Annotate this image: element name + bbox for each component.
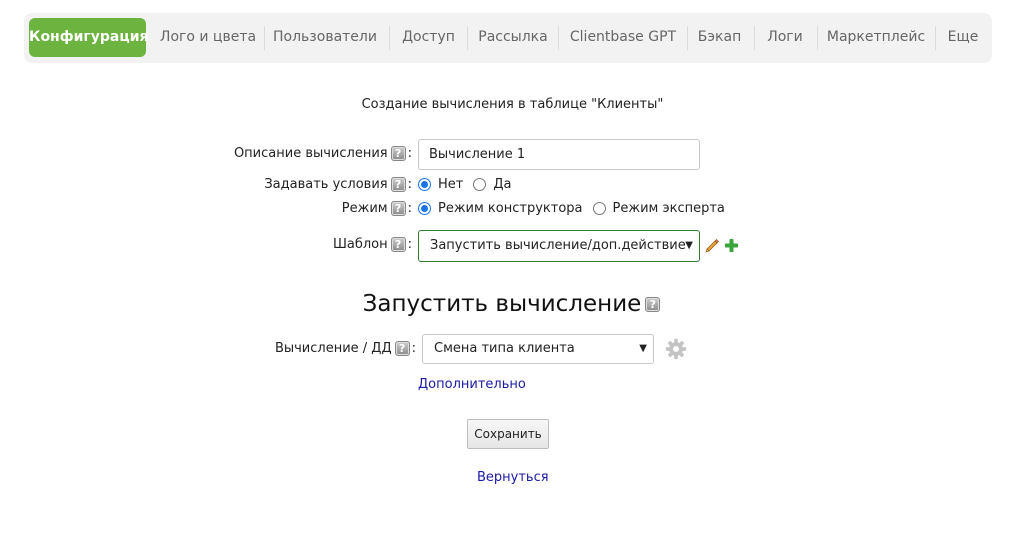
description-label: Описание вычисления [233,146,388,161]
tab-configuration[interactable]: Конфигурация [29,18,149,57]
tab-more[interactable]: Еще [939,18,987,57]
conditions-label: Задавать условия [264,177,388,192]
conditions-radio-group: Нет Да [418,177,521,192]
calc-label: Вычисление / ДД [274,341,392,356]
tab-users[interactable]: Пользователи [268,18,382,57]
help-icon[interactable]: ? [390,237,406,252]
tab-divider [389,26,390,50]
radio-label: Режим конструктора [438,201,583,216]
label-colon: : [407,146,412,161]
mode-option-constructor[interactable]: Режим конструктора [418,201,583,216]
template-label: Шаблон [332,237,388,252]
tab-marketplace[interactable]: Маркетплейс [822,18,930,57]
label-colon: : [407,201,412,216]
tab-logo-colors[interactable]: Лого и цвета [154,18,262,57]
radio-unchecked-icon[interactable] [592,202,606,215]
dropdown-arrow-icon: ▼ [639,343,647,354]
dropdown-arrow-icon: ▼ [685,240,693,251]
radio-checked-icon[interactable] [418,202,431,215]
calc-select[interactable]: Смена типа клиента ▼ [422,334,654,364]
mode-option-expert[interactable]: Режим эксперта [592,201,725,216]
help-icon[interactable]: ? [390,201,406,216]
tab-mailing[interactable]: Рассылка [472,18,554,57]
calc-select-value: Смена типа клиента [434,341,575,356]
tab-divider [467,26,468,50]
calc-label-row: Вычисление / ДД ?: [275,341,416,356]
tab-divider [558,26,559,50]
radio-label: Да [493,177,512,192]
help-icon[interactable]: ? [390,177,406,192]
description-label-row: Описание вычисления ?: [234,146,412,161]
top-nav: Конфигурация Лого и цвета Пользователи Д… [24,13,992,63]
tab-divider [935,26,936,50]
radio-unchecked-icon[interactable] [473,178,487,191]
section-title: Запустить вычисление [362,291,642,317]
more-link[interactable]: Дополнительно [418,377,526,392]
conditions-option-no[interactable]: Нет [418,177,463,192]
label-colon: : [407,177,412,192]
description-input[interactable] [418,139,700,170]
template-select[interactable]: Запустить вычисление/доп.действие ▼ [418,230,700,262]
gear-icon[interactable] [665,338,687,360]
mode-label: Режим [341,201,388,216]
back-link[interactable]: Вернуться [477,470,549,485]
conditions-option-yes[interactable]: Да [473,177,511,192]
template-label-row: Шаблон ?: [333,237,412,252]
section-title-row: Запустить вычисление ? [0,291,1025,317]
tab-clientbase-gpt[interactable]: Clientbase GPT [564,18,682,57]
radio-label: Режим эксперта [612,201,725,216]
save-button[interactable]: Сохранить [467,419,549,449]
radio-label: Нет [438,177,464,192]
form-heading: Создание вычисления в таблице "Клиенты" [361,97,664,112]
help-icon[interactable]: ? [645,296,661,312]
mode-radio-group: Режим конструктора Режим эксперта [418,201,735,216]
help-icon[interactable]: ? [390,146,406,161]
label-colon: : [407,237,412,252]
tab-divider [687,26,688,50]
tab-logs[interactable]: Логи [759,18,811,57]
tab-divider [754,26,755,50]
mode-label-row: Режим ?: [342,201,412,216]
tab-divider [817,26,818,50]
help-icon[interactable]: ? [394,341,410,356]
plus-icon[interactable] [724,238,739,253]
tab-backup[interactable]: Бэкап [692,18,747,57]
tab-access[interactable]: Доступ [394,18,463,57]
tab-divider [264,26,265,50]
label-colon: : [411,341,416,356]
pencil-icon[interactable] [704,238,720,254]
template-select-value: Запустить вычисление/доп.действие [430,238,686,253]
radio-checked-icon[interactable] [418,178,431,191]
conditions-label-row: Задавать условия ?: [264,177,412,192]
